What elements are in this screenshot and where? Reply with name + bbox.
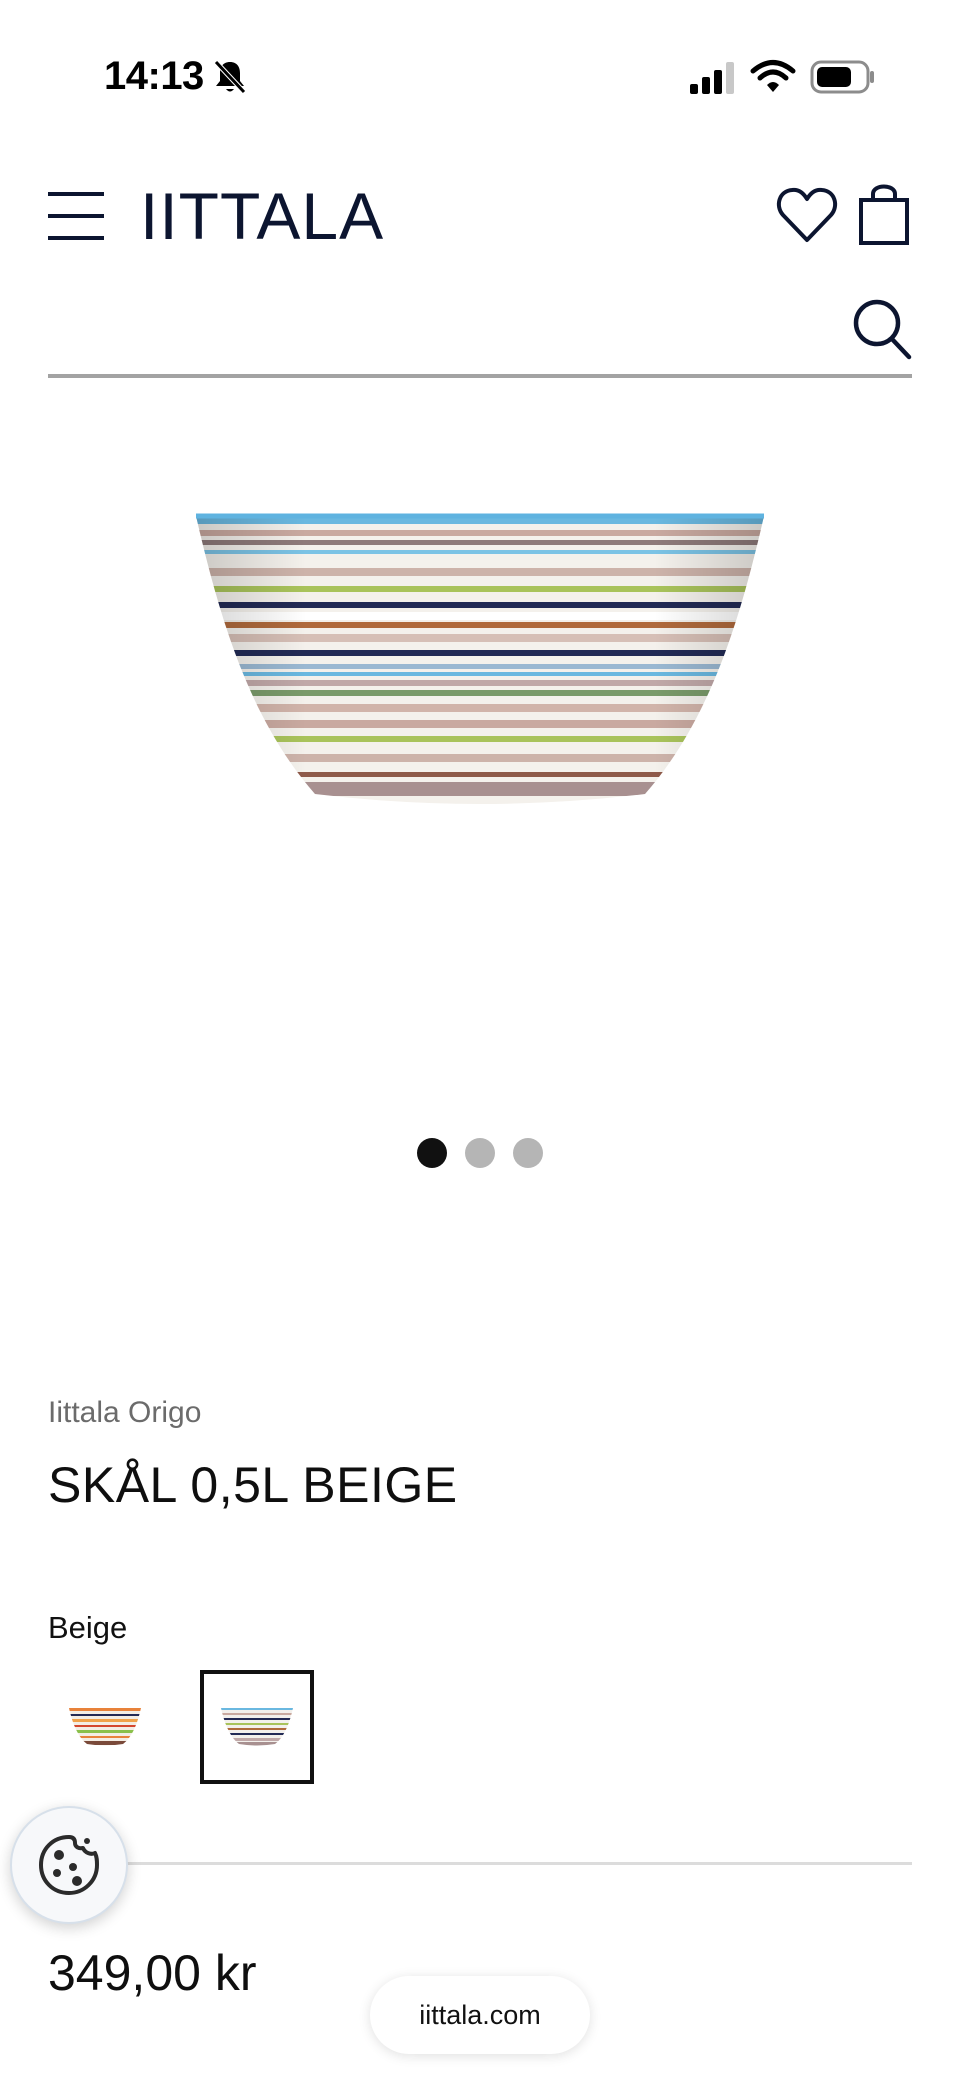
cookie-icon bbox=[39, 1835, 99, 1895]
search-bar bbox=[48, 290, 912, 378]
search-input[interactable] bbox=[48, 290, 828, 374]
carousel-dot-1[interactable] bbox=[417, 1138, 447, 1168]
product-brand[interactable]: Iittala Origo bbox=[48, 1396, 201, 1430]
carousel-dots bbox=[0, 1138, 960, 1168]
swatch-beige[interactable] bbox=[200, 1670, 314, 1784]
carousel-dot-3[interactable] bbox=[513, 1138, 543, 1168]
search-icon[interactable] bbox=[852, 298, 912, 360]
cookie-settings-button[interactable] bbox=[10, 1806, 128, 1924]
wifi-icon bbox=[750, 60, 796, 92]
shopping-bag-icon[interactable] bbox=[858, 182, 910, 246]
iittala-logo[interactable]: IITTALA bbox=[140, 178, 384, 254]
striped-bowl-image bbox=[196, 513, 764, 804]
bell-slash-icon bbox=[214, 60, 246, 94]
product-title: SKÅL 0,5L BEIGE bbox=[48, 1457, 458, 1513]
heart-icon[interactable] bbox=[776, 186, 838, 244]
color-label: Beige bbox=[48, 1610, 128, 1645]
product-price: 349,00 kr bbox=[48, 1945, 257, 2001]
carousel-dot-2[interactable] bbox=[465, 1138, 495, 1168]
swatch-orange[interactable] bbox=[48, 1670, 162, 1784]
battery-icon bbox=[810, 60, 874, 94]
cellular-signal-icon bbox=[690, 62, 734, 94]
section-divider bbox=[48, 1862, 912, 1865]
browser-url-pill[interactable]: iittala.com bbox=[370, 1976, 590, 2054]
swatch-orange-bowl-icon bbox=[69, 1708, 141, 1746]
site-header: IITTALA bbox=[0, 160, 960, 270]
swatch-beige-bowl-icon bbox=[221, 1708, 293, 1746]
status-time: 14:13 bbox=[104, 54, 204, 98]
status-bar: 14:13 bbox=[0, 0, 960, 150]
product-image-gallery[interactable] bbox=[0, 400, 960, 1180]
browser-url: iittala.com bbox=[419, 1999, 541, 2030]
hamburger-menu-icon[interactable] bbox=[46, 188, 106, 244]
